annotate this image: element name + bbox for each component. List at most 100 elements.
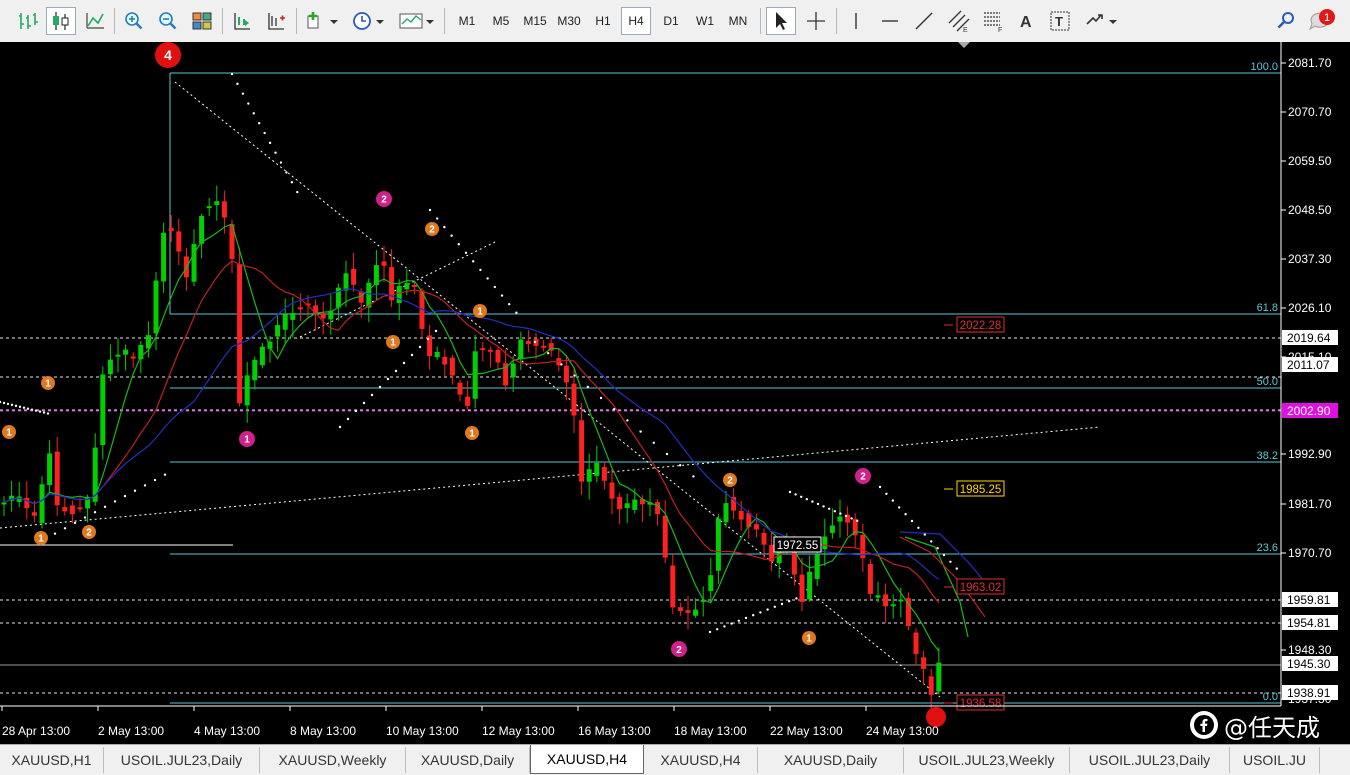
time-tick-label: 24 May 13:00 <box>866 724 939 738</box>
sar-dot <box>143 484 147 487</box>
price-chart[interactable]: 100.0 61.8 50.0 38.2 23.6 0.0 421112121112122… <box>0 42 1350 744</box>
candle-body <box>776 551 782 564</box>
timeframe-d1-button[interactable]: D1 <box>656 7 686 35</box>
chart-tab[interactable]: XAUUSD,H4 <box>530 745 644 774</box>
chart-tab[interactable]: USOIL.JUL23,Daily <box>1070 747 1230 773</box>
sar-dot <box>844 514 848 518</box>
candle-body <box>320 313 326 319</box>
zoom-in-icon[interactable] <box>120 7 148 35</box>
price-axis-label-text: 1945.30 <box>1287 657 1331 671</box>
vertical-line-icon[interactable] <box>842 7 870 35</box>
candle-body <box>898 599 904 602</box>
autoscroll-icon[interactable] <box>228 7 256 35</box>
fibonacci-icon[interactable]: F <box>978 7 1008 35</box>
equidistant-channel-icon[interactable]: E <box>944 7 974 35</box>
sar-dot <box>10 403 14 407</box>
price-marker-text: 1985.25 <box>960 484 1002 496</box>
wave-label: 4 <box>155 42 181 68</box>
wave-label-text: 1 <box>244 435 250 446</box>
price-axis-label: 1954.81 <box>1282 615 1338 630</box>
templates-icon[interactable] <box>394 7 438 35</box>
chart-shift-icon[interactable] <box>262 7 290 35</box>
sar-dot <box>354 409 358 413</box>
chart-tabs: XAUUSD,H1 USOIL.JUL23,Daily XAUUSD,Weekly X… <box>0 744 1350 775</box>
notification-icon[interactable]: 1 <box>1306 7 1342 35</box>
sar-dot <box>103 505 107 509</box>
candle-body <box>677 607 683 612</box>
price-tick-label: 2037.30 <box>1288 252 1332 266</box>
fib-level-label: 100.0 <box>1250 61 1278 73</box>
wave-label: 1 <box>465 426 479 440</box>
sar-dot <box>378 385 382 389</box>
sar-dot <box>560 363 563 366</box>
price-marker-text: 1936.58 <box>960 698 1002 710</box>
sar-dot <box>133 489 137 492</box>
tile-windows-icon[interactable] <box>188 7 216 35</box>
trendline-icon[interactable] <box>910 7 938 35</box>
time-tick-label: 28 Apr 13:00 <box>2 724 70 738</box>
candle-body <box>107 359 113 375</box>
price-axis-label: 2002.90 <box>1282 403 1338 418</box>
timeframe-m30-button[interactable]: M30 <box>552 7 586 35</box>
timeframe-mn-button[interactable]: MN <box>722 7 754 35</box>
candle-body <box>518 339 524 360</box>
sar-dot <box>53 532 57 535</box>
sar-dot <box>759 611 762 614</box>
price-marker-text: 1963.02 <box>960 582 1002 594</box>
sar-dot <box>426 337 430 341</box>
timeframe-m5-button[interactable]: M5 <box>486 7 516 35</box>
timeframe-m1-button[interactable]: M1 <box>452 7 482 35</box>
candle-body <box>62 507 68 512</box>
arrows-icon[interactable] <box>1080 7 1122 35</box>
sar-dot <box>885 492 888 495</box>
timeframe-h1-button[interactable]: H1 <box>588 7 618 35</box>
chart-canvas: 100.061.850.038.223.60.0 421112121112122… <box>0 42 1350 744</box>
sar-dot <box>472 260 475 263</box>
text-icon[interactable]: A <box>1012 7 1040 35</box>
candle-body <box>449 357 455 376</box>
price-marker: 1972.55 <box>773 536 822 553</box>
indicators-icon[interactable] <box>302 7 342 35</box>
search-icon[interactable] <box>1272 7 1300 35</box>
wave-label: 1 <box>473 304 487 318</box>
sar-dot <box>613 408 616 411</box>
candle-body <box>290 312 296 320</box>
chart-tab[interactable]: XAUUSD,Weekly <box>260 747 406 773</box>
zoom-out-icon[interactable] <box>154 7 182 35</box>
candle-body <box>115 354 121 357</box>
wave-label-text: 2 <box>86 528 92 539</box>
timeframe-m15-button[interactable]: M15 <box>518 7 552 35</box>
text-label-icon[interactable]: T <box>1046 7 1074 35</box>
timeframe-w1-button[interactable]: W1 <box>690 7 720 35</box>
candle-body <box>579 420 585 482</box>
cursor-icon[interactable] <box>766 7 796 35</box>
price-axis-label: 2019.64 <box>1282 330 1338 345</box>
timeframe-h4-button[interactable]: H4 <box>621 7 651 35</box>
sar-dot <box>247 102 250 105</box>
sar-dot <box>46 412 50 415</box>
bar-chart-icon[interactable] <box>14 7 42 35</box>
chart-tab[interactable]: XAUUSD,Daily <box>758 747 904 773</box>
chart-tab[interactable]: XAUUSD,Daily <box>406 747 530 773</box>
chart-tab[interactable]: XAUUSD,H4 <box>644 747 758 773</box>
candle-body <box>214 201 220 206</box>
horizontal-line-icon[interactable] <box>876 7 904 35</box>
sar-dot <box>665 452 669 456</box>
sar-dot <box>752 614 755 617</box>
price-tick-label: 1992.90 <box>1288 447 1332 461</box>
line-chart-icon[interactable] <box>80 7 110 35</box>
candlestick-icon[interactable] <box>46 7 76 35</box>
chart-tab[interactable]: XAUUSD,H1 <box>0 747 104 773</box>
chart-tab[interactable]: USOIL.JU <box>1230 747 1320 773</box>
sar-dot <box>93 511 97 514</box>
sar-dot <box>573 374 576 377</box>
candle-body <box>221 201 227 218</box>
chart-tab[interactable]: USOIL.JUL23,Weekly <box>904 747 1070 773</box>
candle-body <box>632 499 638 510</box>
candle-body <box>297 307 303 310</box>
periodicity-icon[interactable] <box>348 7 388 35</box>
crosshair-icon[interactable] <box>802 7 830 35</box>
wave-label: 1 <box>239 431 255 447</box>
sar-dot <box>410 353 414 357</box>
chart-tab[interactable]: USOIL.JUL23,Daily <box>104 747 260 773</box>
